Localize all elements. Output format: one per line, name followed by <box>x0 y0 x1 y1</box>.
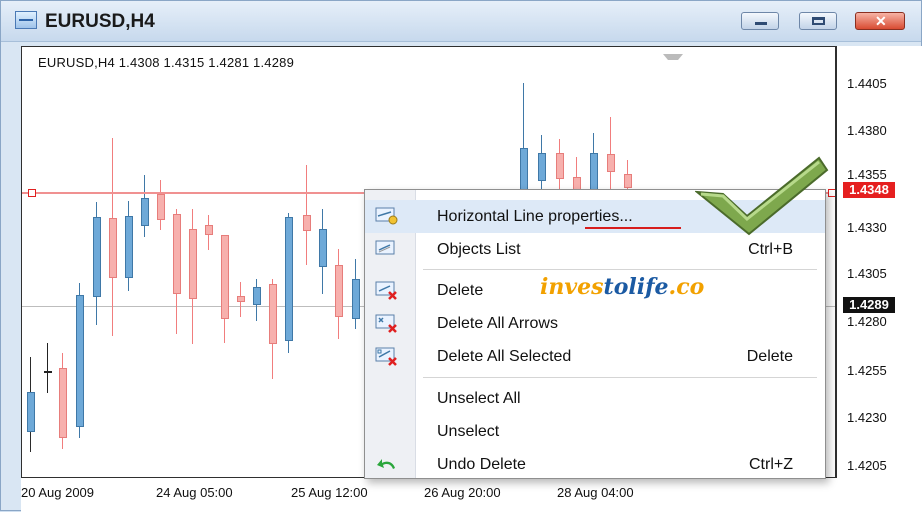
title-bar[interactable]: EURUSD,H4 ✕ <box>1 1 921 42</box>
menu-item-label: Unselect <box>437 423 500 440</box>
price-axis: 1.4405 1.4380 1.4355 1.4330 1.4305 1.428… <box>836 46 922 478</box>
watermark-part: .co <box>668 274 705 300</box>
highlight-underline <box>585 227 681 229</box>
price-label: 1.4330 <box>847 220 887 235</box>
chart-marker-icon <box>663 54 683 70</box>
time-label: 20 Aug 2009 <box>21 485 95 500</box>
price-label: 1.4380 <box>847 123 887 138</box>
menu-separator <box>423 377 817 378</box>
price-label: 1.4405 <box>847 76 887 91</box>
delete-icon <box>375 280 399 300</box>
menu-item-undo-delete[interactable]: Undo Delete Ctrl+Z <box>365 448 825 481</box>
menu-item-label: Delete All Arrows <box>437 315 558 332</box>
price-label: 1.4255 <box>847 363 887 378</box>
menu-item-unselect[interactable]: Unselect <box>365 415 825 448</box>
minimize-icon <box>755 22 767 25</box>
watermark-text: investolife.co <box>540 274 704 300</box>
close-button[interactable]: ✕ <box>855 12 905 30</box>
time-label: 26 Aug 20:00 <box>424 485 501 500</box>
chart-header: EURUSD,H4 1.4308 1.4315 1.4281 1.4289 <box>38 55 295 70</box>
line-properties-icon <box>375 206 399 226</box>
horizontal-line-handle-left[interactable] <box>28 189 36 197</box>
time-label: 28 Aug 04:00 <box>557 485 634 500</box>
menu-item-shortcut: Ctrl+B <box>748 241 793 258</box>
menu-item-shortcut: Delete <box>746 348 793 365</box>
menu-item-shortcut: Ctrl+Z <box>749 456 793 473</box>
watermark-part: inves <box>540 274 604 300</box>
chart-window: EURUSD,H4 ✕ EURUSD,H4 1.4308 1.4315 1.42… <box>0 0 922 512</box>
delete-arrows-icon <box>375 313 399 333</box>
menu-item-delete-all-arrows[interactable]: Delete All Arrows <box>365 307 825 340</box>
time-label: 24 Aug 05:00 <box>156 485 233 500</box>
menu-item-label: Horizontal Line properties... <box>437 208 633 225</box>
window-title: EURUSD,H4 <box>45 11 155 32</box>
time-axis: 20 Aug 2009 24 Aug 05:00 25 Aug 12:00 26… <box>21 478 922 512</box>
delete-selected-icon <box>375 346 399 366</box>
menu-item-label: Delete All Selected <box>437 348 572 365</box>
watermark-part: tolife <box>603 274 669 300</box>
menu-item-delete-all-selected[interactable]: Delete All Selected Delete <box>365 340 825 373</box>
checkmark-icon <box>695 156 829 236</box>
current-price-tag: 1.4289 <box>843 297 895 313</box>
menu-separator <box>423 269 817 270</box>
menu-item-label: Objects List <box>437 241 521 258</box>
minimize-button[interactable] <box>741 12 779 30</box>
price-label: 1.4355 <box>847 167 887 182</box>
menu-item-label: Unselect All <box>437 390 521 407</box>
objects-list-icon <box>375 239 399 259</box>
price-label: 1.4305 <box>847 266 887 281</box>
maximize-button[interactable] <box>799 12 837 30</box>
time-label: 25 Aug 12:00 <box>291 485 368 500</box>
close-icon: ✕ <box>875 13 887 29</box>
undo-icon <box>375 454 399 474</box>
price-label: 1.4230 <box>847 410 887 425</box>
menu-item-label: Delete <box>437 282 484 299</box>
chart-window-icon <box>15 11 37 29</box>
highlight-price-tag: 1.4348 <box>843 182 895 198</box>
price-label: 1.4280 <box>847 314 887 329</box>
menu-item-unselect-all[interactable]: Unselect All <box>365 382 825 415</box>
menu-item-label: Undo Delete <box>437 456 526 473</box>
price-label: 1.4205 <box>847 458 887 473</box>
maximize-icon <box>812 17 825 25</box>
